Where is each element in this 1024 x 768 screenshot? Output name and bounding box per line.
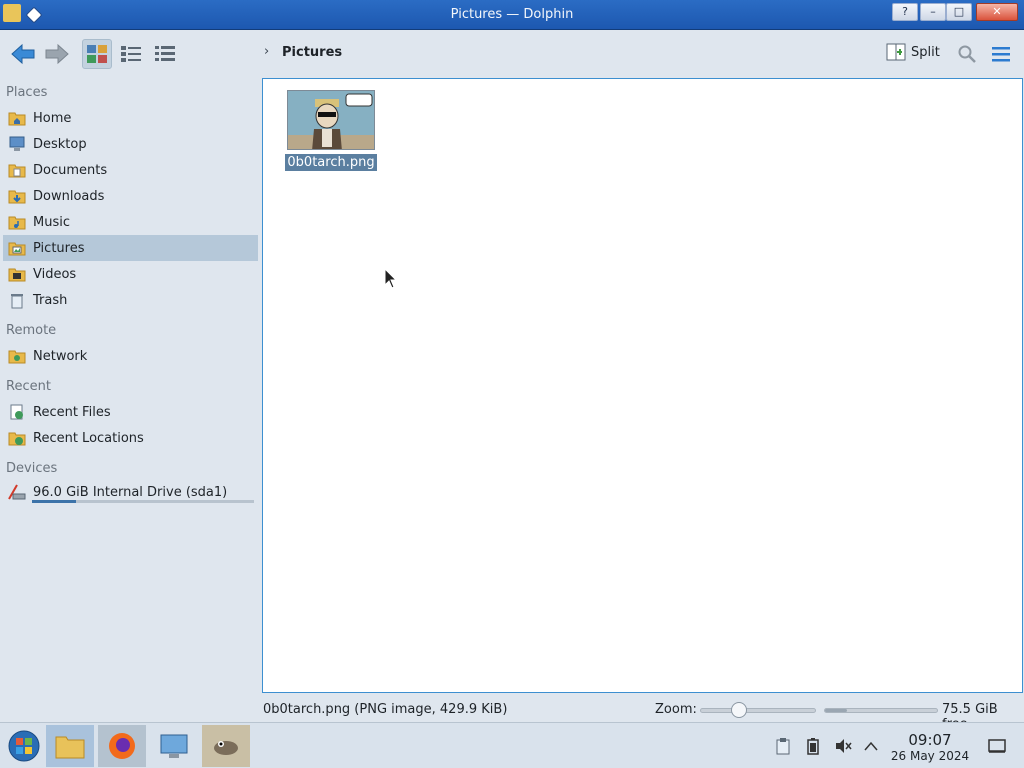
sidebar-item-music[interactable]: Music [3, 209, 258, 235]
back-button[interactable] [8, 39, 38, 69]
sidebar-item-desktop[interactable]: Desktop [3, 131, 258, 157]
split-button[interactable]: Split [886, 42, 940, 62]
sidebar-item-recent-files[interactable]: Recent Files [3, 399, 258, 425]
firefox-icon [109, 733, 135, 759]
free-space-fill [825, 709, 848, 712]
sidebar-item-trash[interactable]: Trash [3, 287, 258, 313]
taskbar-system-settings[interactable] [150, 725, 198, 767]
close-button[interactable]: ✕ [976, 3, 1018, 21]
maximize-button[interactable]: □ [946, 3, 972, 21]
clock-date: 26 May 2024 [890, 749, 970, 763]
clock[interactable]: 09:07 26 May 2024 [890, 731, 970, 763]
split-label: Split [911, 44, 940, 60]
remote-heading: Remote [6, 323, 57, 338]
menu-button[interactable] [986, 39, 1016, 69]
search-button[interactable] [952, 39, 982, 69]
show-desktop-icon [988, 739, 1006, 753]
start-menu-icon [8, 730, 40, 762]
downloads-folder-icon [7, 186, 27, 206]
volume-tray[interactable] [834, 737, 852, 755]
recent-files-icon [7, 402, 27, 422]
clipboard-icon [776, 738, 790, 755]
start-menu-button[interactable] [0, 725, 48, 767]
taskbar-file-manager[interactable] [46, 725, 94, 767]
sidebar-item-videos[interactable]: Videos [3, 261, 258, 287]
mouse-cursor-icon [384, 268, 398, 289]
tray-expander[interactable] [862, 737, 880, 755]
taskbar: 09:07 26 May 2024 [0, 722, 1024, 768]
drive-usage-bar [32, 500, 254, 503]
pictures-folder-icon [7, 238, 27, 258]
devices-heading: Devices [6, 461, 58, 476]
trash-icon [7, 290, 27, 310]
file-manager-icon [55, 736, 85, 759]
split-icon [886, 43, 906, 61]
file-view[interactable]: 0b0tarch.png [262, 78, 1023, 693]
drive-usage-fill [32, 500, 77, 503]
free-space-bar [824, 708, 938, 713]
back-arrow-icon [11, 43, 35, 65]
documents-folder-icon [7, 160, 27, 180]
hard-drive-icon [7, 482, 27, 502]
zoom-slider[interactable] [700, 702, 816, 718]
icons-view-icon [87, 45, 107, 63]
zoom-label: Zoom: [655, 702, 697, 717]
system-settings-icon [160, 734, 188, 758]
breadcrumb-chevron-icon: › [264, 44, 270, 59]
details-view-icon [155, 46, 175, 61]
places-panel: Places Home Desktop Documents Downloads … [0, 80, 260, 720]
forward-arrow-icon [45, 43, 69, 65]
sidebar-item-downloads[interactable]: Downloads [3, 183, 258, 209]
zoom-slider-handle[interactable] [731, 702, 747, 718]
selection-info: 0b0tarch.png (PNG image, 429.9 KiB) [263, 702, 508, 717]
meme-thumbnail [287, 90, 375, 150]
muted-speaker-icon [836, 739, 852, 753]
file-item[interactable]: 0b0tarch.png [285, 90, 377, 171]
search-icon [958, 45, 976, 63]
details-view-button[interactable] [150, 39, 180, 69]
hamburger-menu-icon [992, 47, 1010, 62]
title-bar[interactable]: Pictures — Dolphin ? – □ ✕ [0, 0, 1024, 30]
music-folder-icon [7, 212, 27, 232]
network-folder-icon [7, 346, 27, 366]
desktop-icon [7, 134, 27, 154]
recent-locations-icon [7, 428, 27, 448]
home-folder-icon [7, 108, 27, 128]
file-name-label: 0b0tarch.png [285, 154, 377, 171]
window-title: Pictures — Dolphin [450, 7, 574, 22]
sidebar-item-recent-locations[interactable]: Recent Locations [3, 425, 258, 451]
forward-button[interactable] [42, 39, 72, 69]
clipboard-tray[interactable] [774, 737, 792, 755]
icons-view-button[interactable] [82, 39, 112, 69]
taskbar-firefox[interactable] [98, 725, 146, 767]
sidebar-item-documents[interactable]: Documents [3, 157, 258, 183]
sidebar-item-home[interactable]: Home [3, 105, 258, 131]
breadcrumb[interactable]: Pictures [282, 45, 342, 60]
recent-heading: Recent [6, 379, 51, 394]
clock-time: 09:07 [908, 731, 952, 749]
taskbar-gimp[interactable] [202, 725, 250, 767]
places-heading: Places [6, 85, 48, 100]
status-bar: 0b0tarch.png (PNG image, 429.9 KiB) Zoom… [263, 700, 1023, 732]
minimize-button[interactable]: – [920, 3, 946, 21]
chevron-up-icon [864, 741, 878, 751]
toolbar: › Pictures Split [0, 31, 1024, 77]
videos-folder-icon [7, 264, 27, 284]
show-desktop-button[interactable] [988, 737, 1006, 755]
compact-view-button[interactable] [116, 39, 146, 69]
help-button[interactable]: ? [892, 3, 918, 21]
battery-tray[interactable] [804, 737, 822, 755]
gimp-icon [214, 741, 238, 755]
sidebar-item-network[interactable]: Network [3, 343, 258, 369]
sidebar-item-pictures[interactable]: Pictures [3, 235, 258, 261]
compact-view-icon [121, 46, 141, 62]
battery-icon [807, 738, 819, 755]
